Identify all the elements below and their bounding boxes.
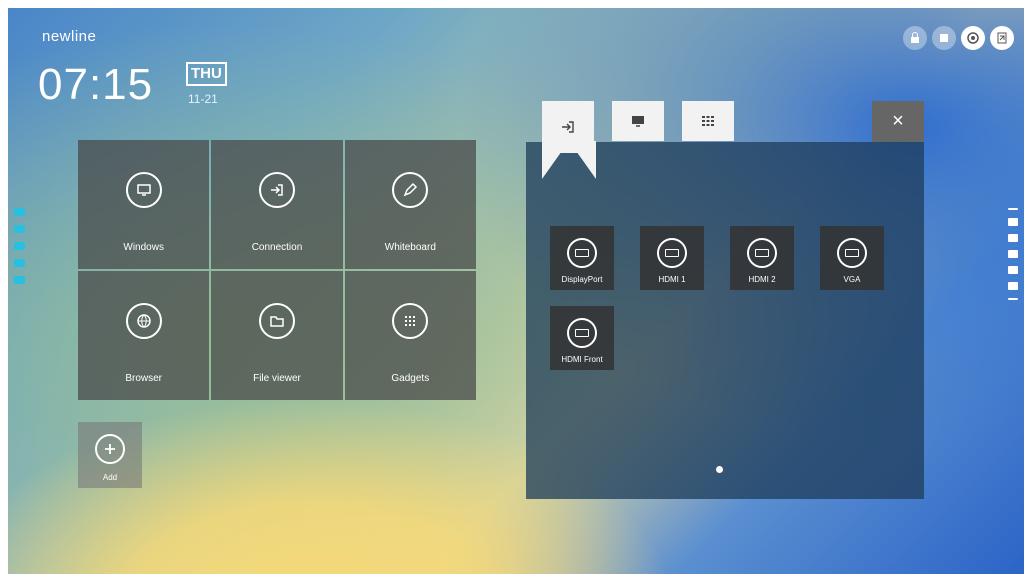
grid-icon — [392, 303, 429, 339]
volume-icon[interactable] — [1008, 218, 1018, 226]
source-label: HDMI 2 — [748, 275, 776, 284]
source-label: DisplayPort — [561, 275, 603, 284]
input-source-icon — [562, 121, 574, 133]
plus-icon — [95, 434, 125, 464]
add-label: Add — [102, 473, 118, 482]
sidebar-left-icon-3[interactable] — [14, 242, 25, 250]
source-label: HDMI 1 — [658, 275, 686, 284]
source-label: HDMI Front — [561, 355, 603, 364]
app-grid: Windows Connection Whiteboard Browser Fi… — [78, 140, 476, 400]
app-file-viewer[interactable]: File viewer — [211, 271, 343, 400]
signal-icon[interactable] — [990, 26, 1014, 50]
folder-icon — [258, 303, 295, 339]
pc-icon — [125, 172, 162, 208]
close-panel-button[interactable]: × — [872, 101, 924, 142]
home-icon[interactable] — [1008, 250, 1018, 258]
source-displayport[interactable]: DisplayPort — [550, 226, 614, 290]
clock-date: 11-21 — [188, 92, 218, 106]
apps-grid-icon — [702, 116, 714, 126]
app-connection[interactable]: Connection — [211, 140, 343, 269]
lock-icon[interactable] — [903, 26, 927, 50]
input-icon — [258, 172, 295, 208]
record-icon[interactable] — [932, 26, 956, 50]
app-windows[interactable]: Windows — [78, 140, 210, 269]
annotate-icon[interactable] — [1008, 234, 1018, 242]
clock-time: 07:15 — [38, 60, 154, 109]
page-indicator-dot[interactable] — [716, 466, 723, 473]
settings-icon[interactable] — [961, 26, 985, 50]
hdmi-icon — [657, 238, 687, 268]
clock-day: THU — [186, 62, 227, 86]
back-icon[interactable] — [1008, 266, 1018, 274]
app-label: Windows — [123, 242, 164, 253]
hdmi-icon — [747, 238, 777, 268]
source-label: VGA — [843, 275, 861, 284]
display-icon — [632, 116, 644, 127]
window-icon[interactable] — [1008, 282, 1018, 290]
brand-logo: newline — [42, 28, 97, 45]
app-label: Connection — [251, 242, 303, 253]
sidebar-left-icon-1[interactable] — [14, 208, 25, 216]
sidebar-right-divider-top — [1008, 208, 1018, 210]
left-sidebar[interactable] — [14, 208, 25, 284]
app-label: Gadgets — [391, 373, 430, 384]
sidebar-left-icon-5[interactable] — [14, 276, 25, 284]
tab-apps[interactable] — [682, 101, 734, 141]
app-label: File viewer — [253, 373, 301, 384]
sidebar-left-icon-4[interactable] — [14, 259, 25, 267]
active-tab-pointer — [542, 141, 596, 179]
home-screen: newline 07:15 THU 11-21 Windows Connecti… — [8, 8, 1024, 574]
right-sidebar[interactable] — [1008, 208, 1018, 300]
app-whiteboard[interactable]: Whiteboard — [344, 140, 476, 269]
add-app-button[interactable]: Add — [78, 422, 142, 488]
sidebar-right-divider-bottom — [1008, 298, 1018, 300]
source-vga[interactable]: VGA — [820, 226, 884, 290]
sidebar-left-icon-2[interactable] — [14, 225, 25, 233]
app-browser[interactable]: Browser — [78, 271, 210, 400]
hdmi-icon — [567, 318, 597, 348]
app-gadgets[interactable]: Gadgets — [344, 271, 476, 400]
displayport-icon — [567, 238, 597, 268]
app-label: Browser — [125, 373, 162, 384]
globe-icon — [125, 303, 162, 339]
tab-display[interactable] — [612, 101, 664, 141]
top-toolbar — [903, 26, 1014, 50]
source-hdmi-front[interactable]: HDMI Front — [550, 306, 614, 370]
vga-icon — [837, 238, 867, 268]
source-hdmi-1[interactable]: HDMI 1 — [640, 226, 704, 290]
source-hdmi-2[interactable]: HDMI 2 — [730, 226, 794, 290]
pen-icon — [392, 172, 429, 208]
app-label: Whiteboard — [384, 242, 436, 253]
